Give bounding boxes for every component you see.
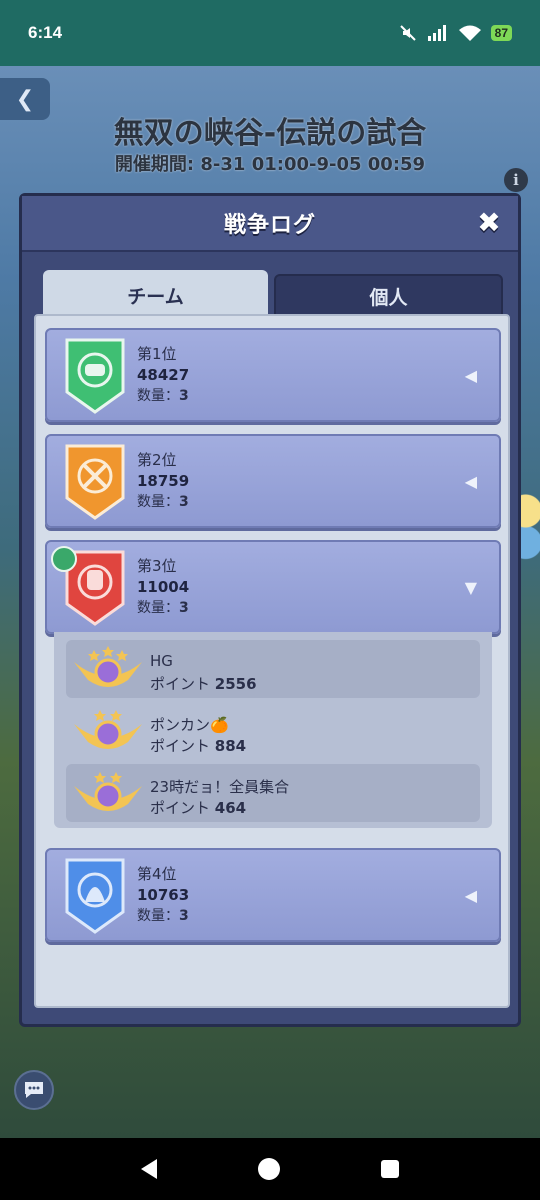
member-points: ポイント 884 [150,737,247,755]
tab-bar: チーム 個人 [43,270,503,320]
rank-count: 数量：3 [137,600,189,616]
mute-icon [399,25,416,41]
rank-label: 第4位 [137,865,177,883]
nav-back-icon[interactable] [140,1159,157,1179]
war-log-modal: 戦争ログ ✖ チーム 個人 第1位 48427 数量：3 ◀ 第2位 18759… [19,193,521,1027]
member-item[interactable]: ポンカン🍊 ポイント 884 [66,702,480,760]
rank-info: 第1位 48427 数量：3 [137,344,189,407]
nav-recents-icon[interactable] [381,1160,400,1178]
battery-indicator: 87 [490,25,512,41]
info-icon[interactable]: i [504,168,528,192]
rank-info: 第4位 10763 数量：3 [137,864,189,927]
chat-icon [25,1082,43,1098]
rank-score: 48427 [137,366,190,384]
event-period: 開催期間: 8-31 01:00-9-05 00:59 [114,154,426,175]
rank-badge-icon [74,772,142,811]
chevron-left-icon: ◀ [464,366,477,385]
rank-info: 第3位 11004 数量：3 [137,556,189,619]
rank-card-3[interactable]: 第3位 11004 数量：3 ▼ [45,540,501,634]
event-title: 無双の峡谷-伝説の試合 [113,116,427,151]
rank-badge-icon [74,710,142,749]
member-list: HG ポイント 2556 ポンカン🍊 ポイント 884 23時だョ！全員集合 ポ… [54,632,492,828]
navigation-bar [0,1138,540,1200]
member-name: 23時だョ！全員集合 [150,778,290,796]
status-bar: 6:14 87 [0,0,540,66]
user-team-icon [51,546,77,572]
rank-score: 11004 [137,578,190,596]
rank-count: 数量：3 [137,494,189,510]
member-points: ポイント 464 [150,799,247,817]
modal-title: 戦争ログ [223,213,316,238]
chat-button[interactable] [14,1070,54,1110]
chevron-left-icon: ◀ [464,472,477,491]
team-emblem-icon [65,444,125,520]
rank-card-2[interactable]: 第2位 18759 数量：3 ◀ [45,434,501,528]
rank-list: 第1位 48427 数量：3 ◀ 第2位 18759 数量：3 ◀ 第3位 11… [34,314,510,1008]
member-item[interactable]: 23時だョ！全員集合 ポイント 464 [66,764,480,822]
status-icons: 87 [399,24,512,42]
rank-badge-icon [74,646,142,687]
rank-label: 第2位 [137,451,177,469]
member-name: HG [150,652,173,670]
rank-count: 数量：3 [137,388,189,404]
team-emblem-icon [65,338,125,414]
modal-header: 戦争ログ ✖ [22,196,518,252]
member-name: ポンカン🍊 [150,716,229,734]
rank-card-4[interactable]: 第4位 10763 数量：3 ◀ [45,848,501,942]
chevron-left-icon: ◀ [464,886,477,905]
nav-home-icon[interactable] [257,1158,280,1180]
member-points: ポイント 2556 [150,675,257,693]
chevron-down-icon: ▼ [464,578,477,597]
rank-score: 10763 [137,886,190,904]
close-button[interactable]: ✖ [474,208,504,238]
signal-icon [427,25,446,41]
rank-count: 数量：3 [137,908,189,924]
rank-card-1[interactable]: 第1位 48427 数量：3 ◀ [45,328,501,422]
team-emblem-icon [65,858,125,934]
rank-label: 第1位 [137,345,177,363]
close-icon: ✖ [477,206,501,239]
rank-info: 第2位 18759 数量：3 [137,450,189,513]
tab-team[interactable]: チーム [43,270,268,320]
rank-label: 第3位 [137,557,177,575]
status-time: 6:14 [28,23,63,42]
wifi-icon [458,25,481,41]
member-item[interactable]: HG ポイント 2556 [66,640,480,698]
tab-individual[interactable]: 個人 [274,274,503,318]
rank-score: 18759 [137,472,190,490]
